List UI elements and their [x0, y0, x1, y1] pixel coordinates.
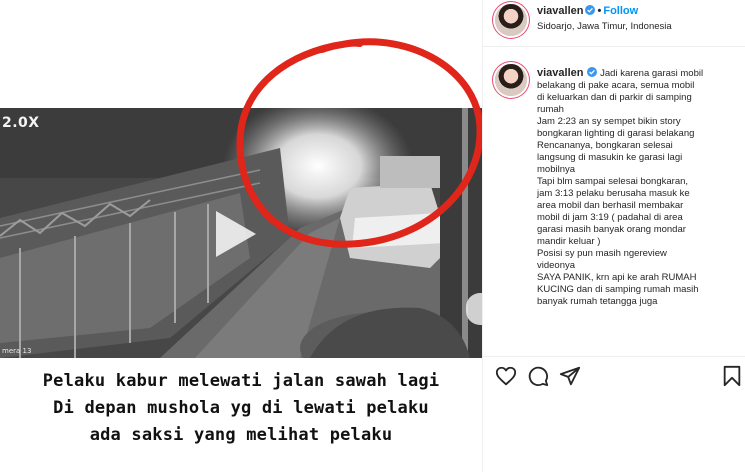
comment-icon[interactable]	[527, 365, 549, 387]
caption-comment: viavallen Jadi karena garasi mobil belak…	[483, 48, 745, 353]
post-side-panel: viavallen • Follow Sidoarjo, Jawa Timur, …	[482, 0, 745, 472]
caption-line: garasi masih banyak orang mondar	[537, 224, 686, 235]
caption-line: langsung di masukin ke garasi lagi	[537, 152, 683, 163]
cctv-video[interactable]: 2.0X mera 13	[0, 108, 482, 358]
caption-line: di keluarkan dan di parkir di samping	[537, 92, 692, 103]
comment-username-link[interactable]: viavallen	[537, 67, 583, 79]
video-caption: Pelaku kabur melewati jalan sawah lagi D…	[0, 368, 482, 449]
caption-line: Tapi blm sampai selesai bongkaran,	[537, 176, 689, 187]
playback-speed-label: 2.0X	[2, 115, 40, 131]
caption-line: Rencananya, bongkaran selesai	[537, 140, 673, 151]
follow-button[interactable]: Follow	[603, 5, 638, 17]
bookmark-icon[interactable]	[721, 365, 743, 387]
caption-line: Jadi karena garasi mobil	[600, 68, 704, 79]
header-user-row: viavallen • Follow	[537, 5, 638, 17]
caption-line: Di depan mushola yg di lewati pelaku	[53, 398, 429, 418]
caption-line: SAYA PANIK, krn api ke arah RUMAH	[537, 272, 697, 283]
caption-line: Pelaku kabur melewati jalan sawah lagi	[42, 371, 440, 391]
caption-line: area mobil dan berhasil membakar	[537, 200, 684, 211]
caption-line: bongkaran lighting di garasi belakang	[537, 128, 695, 139]
post-header: viavallen • Follow Sidoarjo, Jawa Timur, …	[483, 0, 745, 47]
caption-line: Posisi sy pun masih ngereview	[537, 248, 667, 259]
caption-line: belakang di pake acara, semua mobil	[537, 80, 695, 91]
username-link[interactable]: viavallen	[537, 5, 583, 17]
avatar[interactable]	[495, 4, 527, 36]
caption-line: mandir keluar )	[537, 236, 601, 247]
caption-line: KUCING dan di samping rumah masih	[537, 284, 699, 295]
caption-line: videonya	[537, 260, 576, 271]
play-icon[interactable]	[212, 208, 258, 260]
camera-label: mera 13	[2, 347, 32, 355]
avatar[interactable]	[495, 64, 527, 96]
verified-badge-icon	[587, 67, 598, 77]
post-media[interactable]: 2.0X mera 13 Pelaku kabur melewati jalan…	[0, 0, 482, 472]
caption-line: ada saksi yang melihat pelaku	[89, 425, 393, 445]
send-icon[interactable]	[559, 365, 581, 387]
caption-text: viavallen Jadi karena garasi mobil belak…	[537, 67, 737, 308]
separator-dot: •	[597, 5, 602, 17]
location-link[interactable]: Sidoarjo, Jawa Timur, Indonesia	[537, 21, 672, 32]
action-bar	[483, 356, 745, 396]
caption-line: Jam 2:23 an sy sempet bikin story	[537, 116, 681, 127]
caption-line: mobilnya	[537, 164, 576, 175]
caption-line: rumah	[537, 104, 564, 115]
caption-line: mobil di jam 3:19 ( padahal di area	[537, 212, 683, 223]
verified-badge-icon	[585, 5, 596, 15]
caption-line: jam 3:13 pelaku berusaha masuk ke	[537, 188, 690, 199]
caption-line: banyak rumah tetangga juga	[537, 296, 658, 307]
heart-icon[interactable]	[495, 365, 517, 387]
